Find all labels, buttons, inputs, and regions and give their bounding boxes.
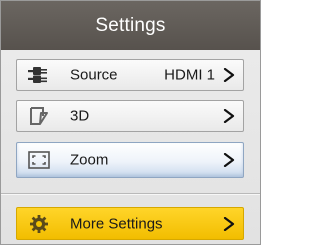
menu-item-zoom[interactable]: Zoom (16, 142, 244, 178)
menu-item-label: Source (70, 66, 118, 84)
gear-icon (27, 213, 51, 235)
chevron-right-icon (223, 152, 235, 168)
chevron-right-icon (223, 108, 235, 124)
menu-item-more-settings[interactable]: More Settings (16, 207, 244, 240)
divider (1, 194, 260, 195)
settings-header: Settings (1, 1, 260, 50)
chevron-right-icon (223, 216, 235, 231)
settings-panel: Settings Source HDMI 1 3D Zoom More Sett… (0, 0, 261, 245)
menu-item-label: 3D (70, 107, 90, 125)
source-input-icon (27, 64, 51, 86)
menu-item-label: Zoom (70, 151, 109, 169)
menu-item-source[interactable]: Source HDMI 1 (16, 59, 244, 91)
menu-item-3d[interactable]: 3D (16, 100, 244, 132)
menu-item-label: More Settings (70, 215, 163, 232)
zoom-frame-icon (27, 149, 51, 171)
3d-icon (27, 105, 51, 127)
page-title: Settings (95, 14, 166, 36)
chevron-right-icon (223, 67, 235, 83)
source-value: HDMI 1 (164, 66, 215, 84)
